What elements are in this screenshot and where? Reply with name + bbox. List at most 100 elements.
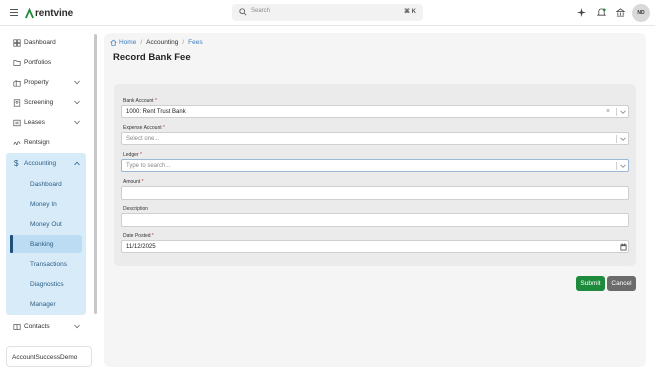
sidebar-subitem-money-in[interactable]: Money In — [6, 196, 86, 213]
bell-icon[interactable] — [597, 8, 606, 17]
sparkle-icon[interactable] — [577, 8, 586, 17]
expense-account-label-text: Expense Account — [123, 125, 162, 131]
sidebar-item-accounting[interactable]: $ Accounting — [6, 155, 86, 173]
property-icon — [13, 79, 21, 87]
expense-account-select[interactable]: Select one... — [121, 132, 629, 145]
contacts-icon — [13, 324, 21, 330]
sidebar-item-screening[interactable]: Screening — [6, 94, 86, 112]
sidebar-item-dashboard[interactable]: Dashboard — [6, 34, 86, 52]
sidebar-subitem-label: Manager — [30, 301, 56, 308]
breadcrumb-home[interactable]: Home — [110, 39, 136, 46]
sidebar-subitem-label: Dashboard — [30, 181, 62, 188]
required-mark: * — [141, 179, 144, 185]
sidebar-subitem-label: Diagnostics — [30, 281, 64, 288]
sidebar-subitem-diagnostics[interactable]: Diagnostics — [6, 276, 86, 293]
sidebar-item-leases[interactable]: Leases — [6, 114, 86, 132]
dropdown-separator — [616, 108, 617, 116]
submit-button[interactable]: Submit — [576, 276, 605, 291]
breadcrumb-separator: / — [182, 39, 185, 46]
bank-icon[interactable] — [616, 8, 625, 17]
chevron-down-icon[interactable] — [620, 136, 626, 142]
signature-icon — [13, 141, 21, 146]
ledger-placeholder: Type to search... — [126, 163, 171, 169]
breadcrumb: Home / Accounting / Fees — [110, 39, 203, 46]
expense-account-label: Expense Account * — [123, 125, 165, 131]
sidebar-item-label: Property — [24, 79, 49, 86]
sidebar-subitem-manager[interactable]: Manager — [6, 296, 86, 313]
brand-name: rentvine — [35, 7, 74, 19]
clear-icon[interactable]: × — [606, 108, 610, 115]
bank-account-label: Bank Account * — [123, 98, 157, 104]
breadcrumb-separator: / — [140, 39, 143, 46]
sidebar-scrollbar[interactable] — [94, 34, 97, 314]
cancel-button[interactable]: Cancel — [607, 276, 636, 291]
chevron-down-icon[interactable] — [620, 109, 626, 115]
chevron-down-icon[interactable] — [620, 163, 626, 169]
sidebar-item-label: Rentsign — [24, 139, 50, 146]
sidebar-subitem-label: Money Out — [30, 221, 62, 228]
date-posted-input[interactable]: 11/12/2025 — [121, 240, 629, 253]
search-shortcut: ⌘ K — [404, 9, 416, 15]
amount-label-text: Amount — [123, 179, 141, 185]
sidebar-item-portfolios[interactable]: Portfolios — [6, 54, 86, 72]
required-mark: * — [139, 152, 142, 158]
sidebar-item-rentsign[interactable]: Rentsign — [6, 134, 86, 152]
sidebar-item-property[interactable]: Property — [6, 74, 86, 92]
breadcrumb-accounting[interactable]: Accounting — [146, 39, 178, 46]
breadcrumb-home-label: Home — [119, 39, 137, 46]
sidebar-subitem-label: Money In — [30, 201, 57, 208]
breadcrumb-fees[interactable]: Fees — [188, 39, 202, 46]
dropdown-separator — [616, 162, 617, 170]
amount-label: Amount * — [123, 179, 144, 185]
top-bar: rentvine Search ⌘ K ND — [0, 0, 655, 26]
home-icon — [110, 39, 117, 46]
account-switcher[interactable]: AccountSuccessDemo — [6, 346, 92, 367]
account-name: AccountSuccessDemo — [12, 354, 78, 361]
description-input[interactable] — [121, 213, 629, 227]
sidebar-subitem-dashboard[interactable]: Dashboard — [6, 176, 86, 193]
sidebar-subitem-transactions[interactable]: Transactions — [6, 256, 86, 273]
sidebar-subitem-label: Transactions — [30, 261, 67, 268]
sidebar-item-label: Accounting — [24, 160, 57, 167]
menu-icon[interactable] — [10, 9, 18, 16]
search-icon — [239, 8, 247, 16]
dashboard-icon — [13, 39, 21, 47]
bank-account-label-text: Bank Account — [123, 98, 154, 104]
date-posted-label: Date Posted * — [123, 233, 154, 239]
description-label: Description — [123, 206, 148, 212]
required-mark: * — [163, 125, 165, 131]
chevron-down-icon — [74, 80, 80, 85]
calendar-icon[interactable] — [620, 243, 627, 251]
date-posted-label-text: Date Posted — [123, 233, 151, 239]
brand-logo[interactable]: rentvine — [25, 6, 73, 20]
sidebar-item-label: Leases — [24, 119, 45, 126]
expense-account-placeholder: Select one... — [126, 136, 160, 142]
screening-icon — [13, 99, 21, 107]
chevron-down-icon — [74, 324, 80, 329]
amount-input[interactable] — [121, 186, 629, 200]
leases-icon — [13, 119, 21, 127]
sidebar-item-label: Dashboard — [24, 39, 56, 46]
date-posted-value: 11/12/2025 — [126, 244, 156, 250]
folder-icon — [13, 60, 21, 66]
dollar-icon: $ — [14, 159, 19, 168]
page-title: Record Bank Fee — [113, 52, 191, 63]
bank-account-value: 1000: Rent Trust Bank — [126, 109, 186, 115]
bank-account-select[interactable]: 1000: Rent Trust Bank × — [121, 105, 629, 118]
avatar[interactable]: ND — [632, 4, 650, 22]
chevron-up-icon — [74, 161, 80, 166]
sidebar-item-contacts[interactable]: Contacts — [6, 318, 86, 336]
chevron-down-icon — [74, 100, 80, 105]
search-placeholder: Search — [251, 8, 271, 14]
sidebar-subitem-label: Banking — [30, 241, 54, 248]
sidebar-subitem-money-out[interactable]: Money Out — [6, 216, 86, 233]
ledger-select[interactable]: Type to search... — [121, 159, 629, 172]
sidebar-item-label: Contacts — [24, 323, 50, 330]
ledger-label: Ledger * — [123, 152, 142, 158]
required-mark: * — [151, 233, 154, 239]
brand-mark-icon — [25, 7, 34, 18]
sidebar-subitem-banking[interactable]: Banking — [6, 236, 86, 253]
search-bar[interactable]: Search ⌘ K — [232, 4, 423, 21]
description-label-text: Description — [123, 206, 149, 212]
sidebar-item-label: Screening — [24, 99, 54, 106]
